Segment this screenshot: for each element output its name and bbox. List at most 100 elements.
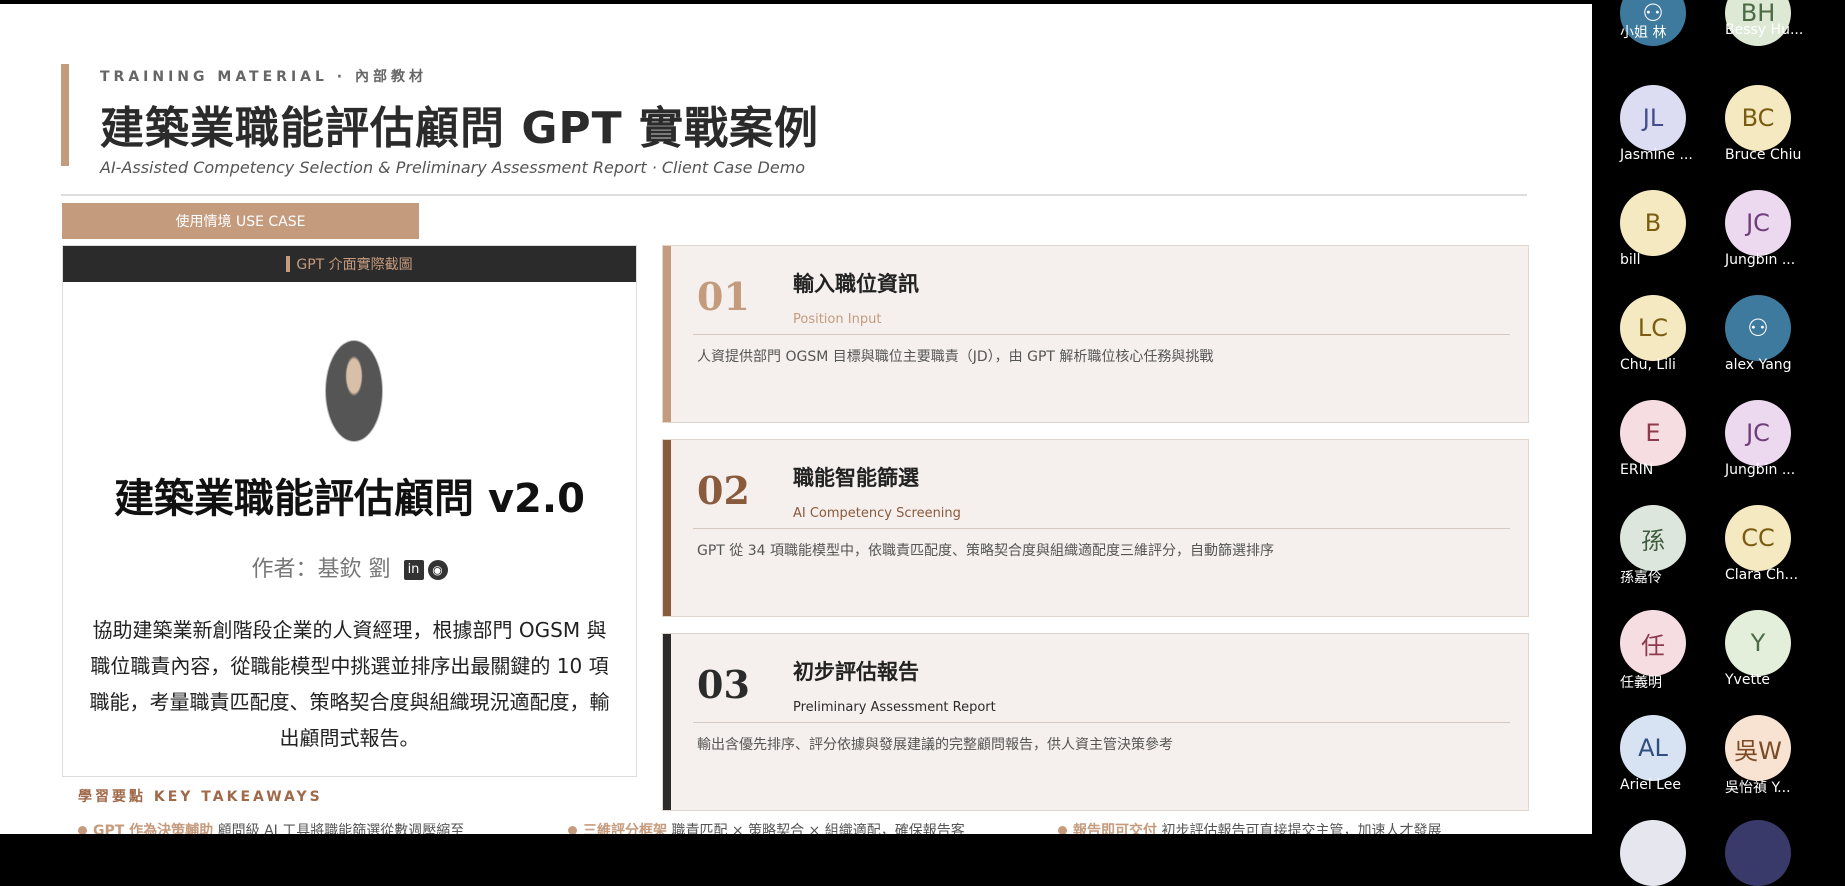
participant-avatar: LC — [1620, 295, 1686, 361]
gpt-screenshot-header-label: GPT 介面實際截圖 — [296, 257, 413, 273]
participant-name: bill — [1620, 252, 1641, 268]
takeaway-bold: 報告即可交付 — [1073, 823, 1157, 834]
participant-tile[interactable]: JC Jungbin ... — [1725, 190, 1835, 295]
participant-name: Bessy Hu... — [1725, 22, 1804, 38]
gpt-author-row: 作者：基欽 劉 in ◉ — [63, 551, 636, 583]
takeaway-item: 報告即可交付 初步評估報告可直接提交主管，加速人才發展 — [1058, 820, 1441, 834]
participant-avatar: AL — [1620, 715, 1686, 781]
participant-avatar-partial — [1620, 820, 1686, 886]
participant-tile[interactable]: CC Clara Ch... — [1725, 505, 1835, 610]
participant-tile[interactable]: B bill — [1620, 190, 1730, 295]
takeaway-bold: GPT 作為決策輔助 — [93, 823, 214, 834]
participant-name: Jungbin ... — [1725, 462, 1796, 478]
participant-name: alex Yang — [1725, 357, 1792, 373]
participant-tile[interactable]: Y Yvette — [1725, 610, 1835, 715]
participant-name: 小姐 林 — [1620, 25, 1667, 41]
step-divider — [693, 334, 1510, 335]
participant-avatar: JC — [1725, 190, 1791, 256]
step-card-01: 01 輸入職位資訊 Position Input 人資提供部門 OGSM 目標與… — [662, 245, 1529, 423]
takeaway-item: GPT 作為決策輔助 顧問級 AI 工具將職能篩選從數週壓縮至 — [78, 820, 464, 834]
step-subtitle: Position Input — [793, 312, 882, 327]
gpt-name: 建築業職能評估顧問 v2.0 — [114, 476, 585, 522]
participant-avatar: 任 — [1620, 610, 1686, 676]
takeaway-text: 職責匹配 × 策略契合 × 組織適配，確保報告客 — [671, 823, 965, 834]
participant-name: Ariel Lee — [1620, 777, 1681, 793]
participant-avatar: B — [1620, 190, 1686, 256]
step-number: 03 — [697, 662, 750, 707]
participant-tile[interactable]: AL Ariel Lee — [1620, 715, 1730, 820]
participant-tile[interactable]: LC Chu, Lili — [1620, 295, 1730, 400]
step-title: 初步評估報告 — [793, 660, 919, 684]
participant-name: Chu, Lili — [1620, 357, 1676, 373]
participant-tile[interactable]: BC Bruce Chiu — [1725, 85, 1835, 190]
step-subtitle: AI Competency Screening — [793, 506, 961, 521]
participant-tile[interactable]: JC Jungbin ... — [1725, 400, 1835, 505]
step-title: 職能智能篩選 — [793, 466, 919, 490]
slide-eyebrow: TRAINING MATERIAL · 內部教材 — [100, 69, 427, 85]
author-photo — [325, 340, 383, 442]
participant-name: 吳怡禎 Y... — [1725, 780, 1791, 796]
participant-name: Jasmine ... — [1620, 147, 1693, 163]
gpt-description: 協助建築業新創階段企業的人資經理，根據部門 OGSM 與職位職責內容，從職能模型… — [89, 618, 610, 750]
bullet-dot-icon — [1058, 826, 1067, 834]
participant-avatar: ⚇ — [1725, 295, 1791, 361]
takeaways-heading: 學習要點 KEY TAKEAWAYS — [78, 789, 323, 805]
participant-tile[interactable]: 任 任義明 — [1620, 610, 1730, 715]
participant-avatar: JL — [1620, 85, 1686, 151]
participant-tile[interactable]: ⚇ alex Yang — [1725, 295, 1835, 400]
participant-avatar: E — [1620, 400, 1686, 466]
gpt-screenshot-card: GPT 介面實際截圖 建築業職能評估顧問 v2.0 作者：基欽 劉 in ◉ 協助… — [62, 245, 637, 777]
step-divider — [693, 528, 1510, 529]
takeaway-text: 初步評估報告可直接提交主管，加速人才發展 — [1161, 823, 1442, 834]
takeaway-text: 顧問級 AI 工具將職能篩選從數週壓縮至 — [217, 823, 465, 834]
github-icon: ◉ — [427, 560, 448, 580]
participant-name: Clara Ch... — [1725, 567, 1799, 583]
takeaway-item: 三維評分框架 職責匹配 × 策略契合 × 組織適配，確保報告客 — [568, 820, 965, 834]
header-divider — [61, 194, 1527, 196]
step-description: 人資提供部門 OGSM 目標與職位主要職責（JD），由 GPT 解析職位核心任務… — [697, 349, 1214, 365]
step-accent-bar — [663, 246, 671, 422]
participant-name: 任義明 — [1620, 675, 1662, 691]
participant-tile[interactable]: E ERIN — [1620, 400, 1730, 505]
participant-name: Yvette — [1725, 672, 1771, 688]
step-number: 02 — [697, 468, 750, 513]
participant-name: Jungbin ... — [1725, 252, 1796, 268]
participant-avatar: BC — [1725, 85, 1791, 151]
participant-avatar: 吳W — [1725, 715, 1791, 781]
step-title: 輸入職位資訊 — [793, 272, 919, 296]
step-accent-bar — [663, 440, 671, 616]
user-icon: ⚇ — [1747, 314, 1769, 342]
participant-tile[interactable]: JL Jasmine ... — [1620, 85, 1730, 190]
step-accent-bar — [663, 634, 671, 810]
bullet-dot-icon — [568, 826, 577, 834]
takeaway-bold: 三維評分框架 — [583, 823, 667, 834]
step-description: 輸出含優先排序、評分依據與發展建議的完整顧問報告，供人資主管決策參考 — [697, 737, 1173, 753]
participant-avatar: Y — [1725, 610, 1791, 676]
step-description: GPT 從 34 項職能模型中，依職責匹配度、策略契合度與組織適配度三維評分，自… — [697, 543, 1275, 559]
participant-avatar: 孫 — [1620, 505, 1686, 571]
participant-tile[interactable]: ⚇ 小姐 林 — [1620, 0, 1730, 85]
participant-name: 孫嘉伶 — [1620, 570, 1662, 586]
gpt-author: 作者：基欽 劉 — [251, 557, 391, 582]
participants-panel: ⚇ 小姐 林 BH Bessy Hu... JL Jasmine ... BC … — [1592, 0, 1845, 886]
participant-avatar: JC — [1725, 400, 1791, 466]
step-divider — [693, 722, 1510, 723]
step-card-02: 02 職能智能篩選 AI Competency Screening GPT 從 … — [662, 439, 1529, 617]
participant-name: Bruce Chiu — [1725, 147, 1802, 163]
participant-tile[interactable]: BH Bessy Hu... — [1725, 0, 1835, 85]
header-mark-icon — [286, 256, 291, 272]
participant-avatar-partial — [1725, 820, 1791, 886]
step-number: 01 — [697, 274, 750, 319]
usecase-label: 使用情境 USE CASE — [62, 203, 419, 239]
participant-avatar: CC — [1725, 505, 1791, 571]
gpt-screenshot-header: GPT 介面實際截圖 — [63, 246, 636, 282]
slide-title: 建築業職能評估顧問 GPT 實戰案例 — [100, 103, 820, 154]
title-accent-bar — [61, 64, 69, 166]
slide-subtitle: AI-Assisted Competency Selection & Preli… — [100, 158, 806, 177]
shared-slide: TRAINING MATERIAL · 內部教材 建築業職能評估顧問 GPT 實… — [0, 4, 1592, 834]
participant-tile[interactable]: 孫 孫嘉伶 — [1620, 505, 1730, 610]
participant-tile[interactable]: 吳W 吳怡禎 Y... — [1725, 715, 1835, 820]
step-subtitle: Preliminary Assessment Report — [793, 700, 996, 715]
linkedin-icon: in — [403, 560, 424, 580]
participant-name: ERIN — [1620, 462, 1654, 478]
